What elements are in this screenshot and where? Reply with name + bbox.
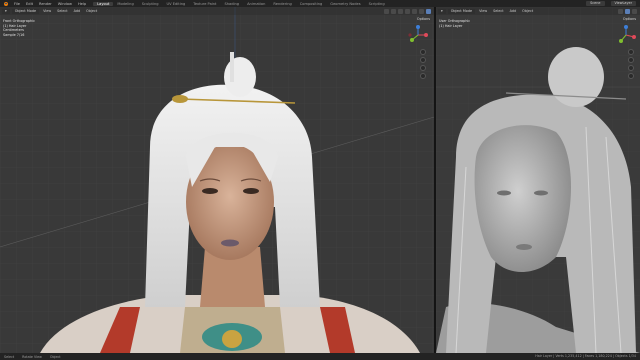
tab-compositing[interactable]: Compositing: [296, 2, 327, 6]
viewport-info: Front Orthographic (1) Hair Layer Centim…: [3, 19, 35, 37]
tab-texture-paint[interactable]: Texture Paint: [189, 2, 220, 6]
tab-modeling[interactable]: Modeling: [113, 2, 137, 6]
viewport-header: ▾ Object Mode View Select Add Object: [0, 7, 434, 15]
scene-field[interactable]: Scene: [586, 1, 605, 6]
menu-help[interactable]: Help: [75, 2, 89, 6]
tab-sculpting[interactable]: Sculpting: [138, 2, 163, 6]
gizmo-toggle-icon[interactable]: [391, 8, 396, 14]
wireframe-shading-icon[interactable]: [405, 8, 410, 14]
view-name: Front Orthographic: [3, 19, 35, 23]
menu-window[interactable]: Window: [55, 2, 75, 6]
blender-logo-icon[interactable]: [3, 1, 9, 7]
shading-controls: [618, 8, 637, 14]
viewport-info-right: User Orthographic (1) Hair Layer: [439, 19, 470, 28]
mode-selector[interactable]: Object Mode: [447, 8, 476, 14]
secondary-3d-viewport[interactable]: ▾ Object Mode View Select Add Object Use…: [436, 7, 640, 353]
visibility-icon[interactable]: [384, 8, 389, 14]
shading-controls: [384, 8, 431, 14]
navigation-gizmo-icon[interactable]: [408, 25, 428, 45]
pan-hand-icon[interactable]: [420, 57, 426, 63]
tab-scripting[interactable]: Scripting: [365, 2, 389, 6]
menu-view[interactable]: View: [477, 9, 489, 13]
menu-select[interactable]: Select: [491, 9, 505, 13]
solid-shading-icon[interactable]: [625, 8, 630, 14]
editor-type-button[interactable]: ▾: [438, 8, 446, 14]
view-layer-field[interactable]: ViewLayer: [610, 1, 636, 6]
camera-icon[interactable]: [628, 65, 634, 71]
scene-statistics: Hair Layer | Verts 1,235,412 | Faces 1,1…: [535, 354, 636, 358]
overlay-toggle-icon[interactable]: [398, 8, 403, 14]
wireframe-shading-icon[interactable]: [618, 8, 623, 14]
options-dropdown[interactable]: Options: [623, 17, 636, 21]
status-mouse-right: Object: [49, 354, 61, 359]
zoom-icon[interactable]: [628, 49, 634, 55]
rendered-shading-icon[interactable]: [426, 8, 431, 14]
solid-shading-icon[interactable]: [412, 8, 417, 14]
navigation-buttons: [628, 49, 634, 79]
status-mouse-middle: Rotate View: [22, 354, 42, 359]
scene-selectors: Scene ViewLayer: [586, 0, 636, 7]
menu-render[interactable]: Render: [36, 2, 55, 6]
grid-toggle-icon[interactable]: [628, 73, 634, 79]
menu-file[interactable]: File: [11, 2, 23, 6]
viewport-render: [0, 7, 434, 353]
camera-icon[interactable]: [420, 65, 426, 71]
tab-geometry-nodes[interactable]: Geometry Nodes: [326, 2, 364, 6]
viewport-header-right: ▾ Object Mode View Select Add Object: [436, 7, 640, 15]
status-mouse-left: Select: [4, 354, 15, 359]
menu-object[interactable]: Object: [84, 9, 99, 13]
tab-rendering[interactable]: Rendering: [269, 2, 295, 6]
menu-object[interactable]: Object: [520, 9, 535, 13]
tab-animation[interactable]: Animation: [243, 2, 269, 6]
viewport-solid-render: [436, 7, 640, 353]
options-dropdown[interactable]: Options: [417, 17, 430, 21]
material-shading-icon[interactable]: [419, 8, 424, 14]
menu-add[interactable]: Add: [508, 9, 519, 13]
zoom-icon[interactable]: [420, 49, 426, 55]
tab-layout[interactable]: Layout: [93, 1, 114, 6]
status-bar: Select Rotate View Object Hair Layer | V…: [0, 353, 640, 360]
menu-select[interactable]: Select: [55, 9, 69, 13]
main-3d-viewport[interactable]: ▾ Object Mode View Select Add Object Fro…: [0, 7, 434, 353]
tab-uv-editing[interactable]: UV Editing: [163, 2, 190, 6]
material-shading-icon[interactable]: [632, 8, 637, 14]
view-name: User Orthographic: [439, 19, 471, 23]
top-bar: File Edit Render Window Help Layout Mode…: [0, 0, 640, 7]
mode-selector[interactable]: Object Mode: [11, 8, 40, 14]
tab-shading[interactable]: Shading: [220, 2, 243, 6]
pan-hand-icon[interactable]: [628, 57, 634, 63]
grid-toggle-icon[interactable]: [420, 73, 426, 79]
render-samples: Sample 7/16: [3, 32, 25, 37]
editor-type-button[interactable]: ▾: [2, 8, 10, 14]
menu-view[interactable]: View: [41, 9, 53, 13]
menu-add[interactable]: Add: [72, 9, 83, 13]
navigation-gizmo-icon[interactable]: [616, 25, 636, 45]
active-object: (1) Hair Layer: [439, 23, 463, 28]
navigation-buttons: [420, 49, 426, 79]
menu-edit[interactable]: Edit: [23, 2, 36, 6]
